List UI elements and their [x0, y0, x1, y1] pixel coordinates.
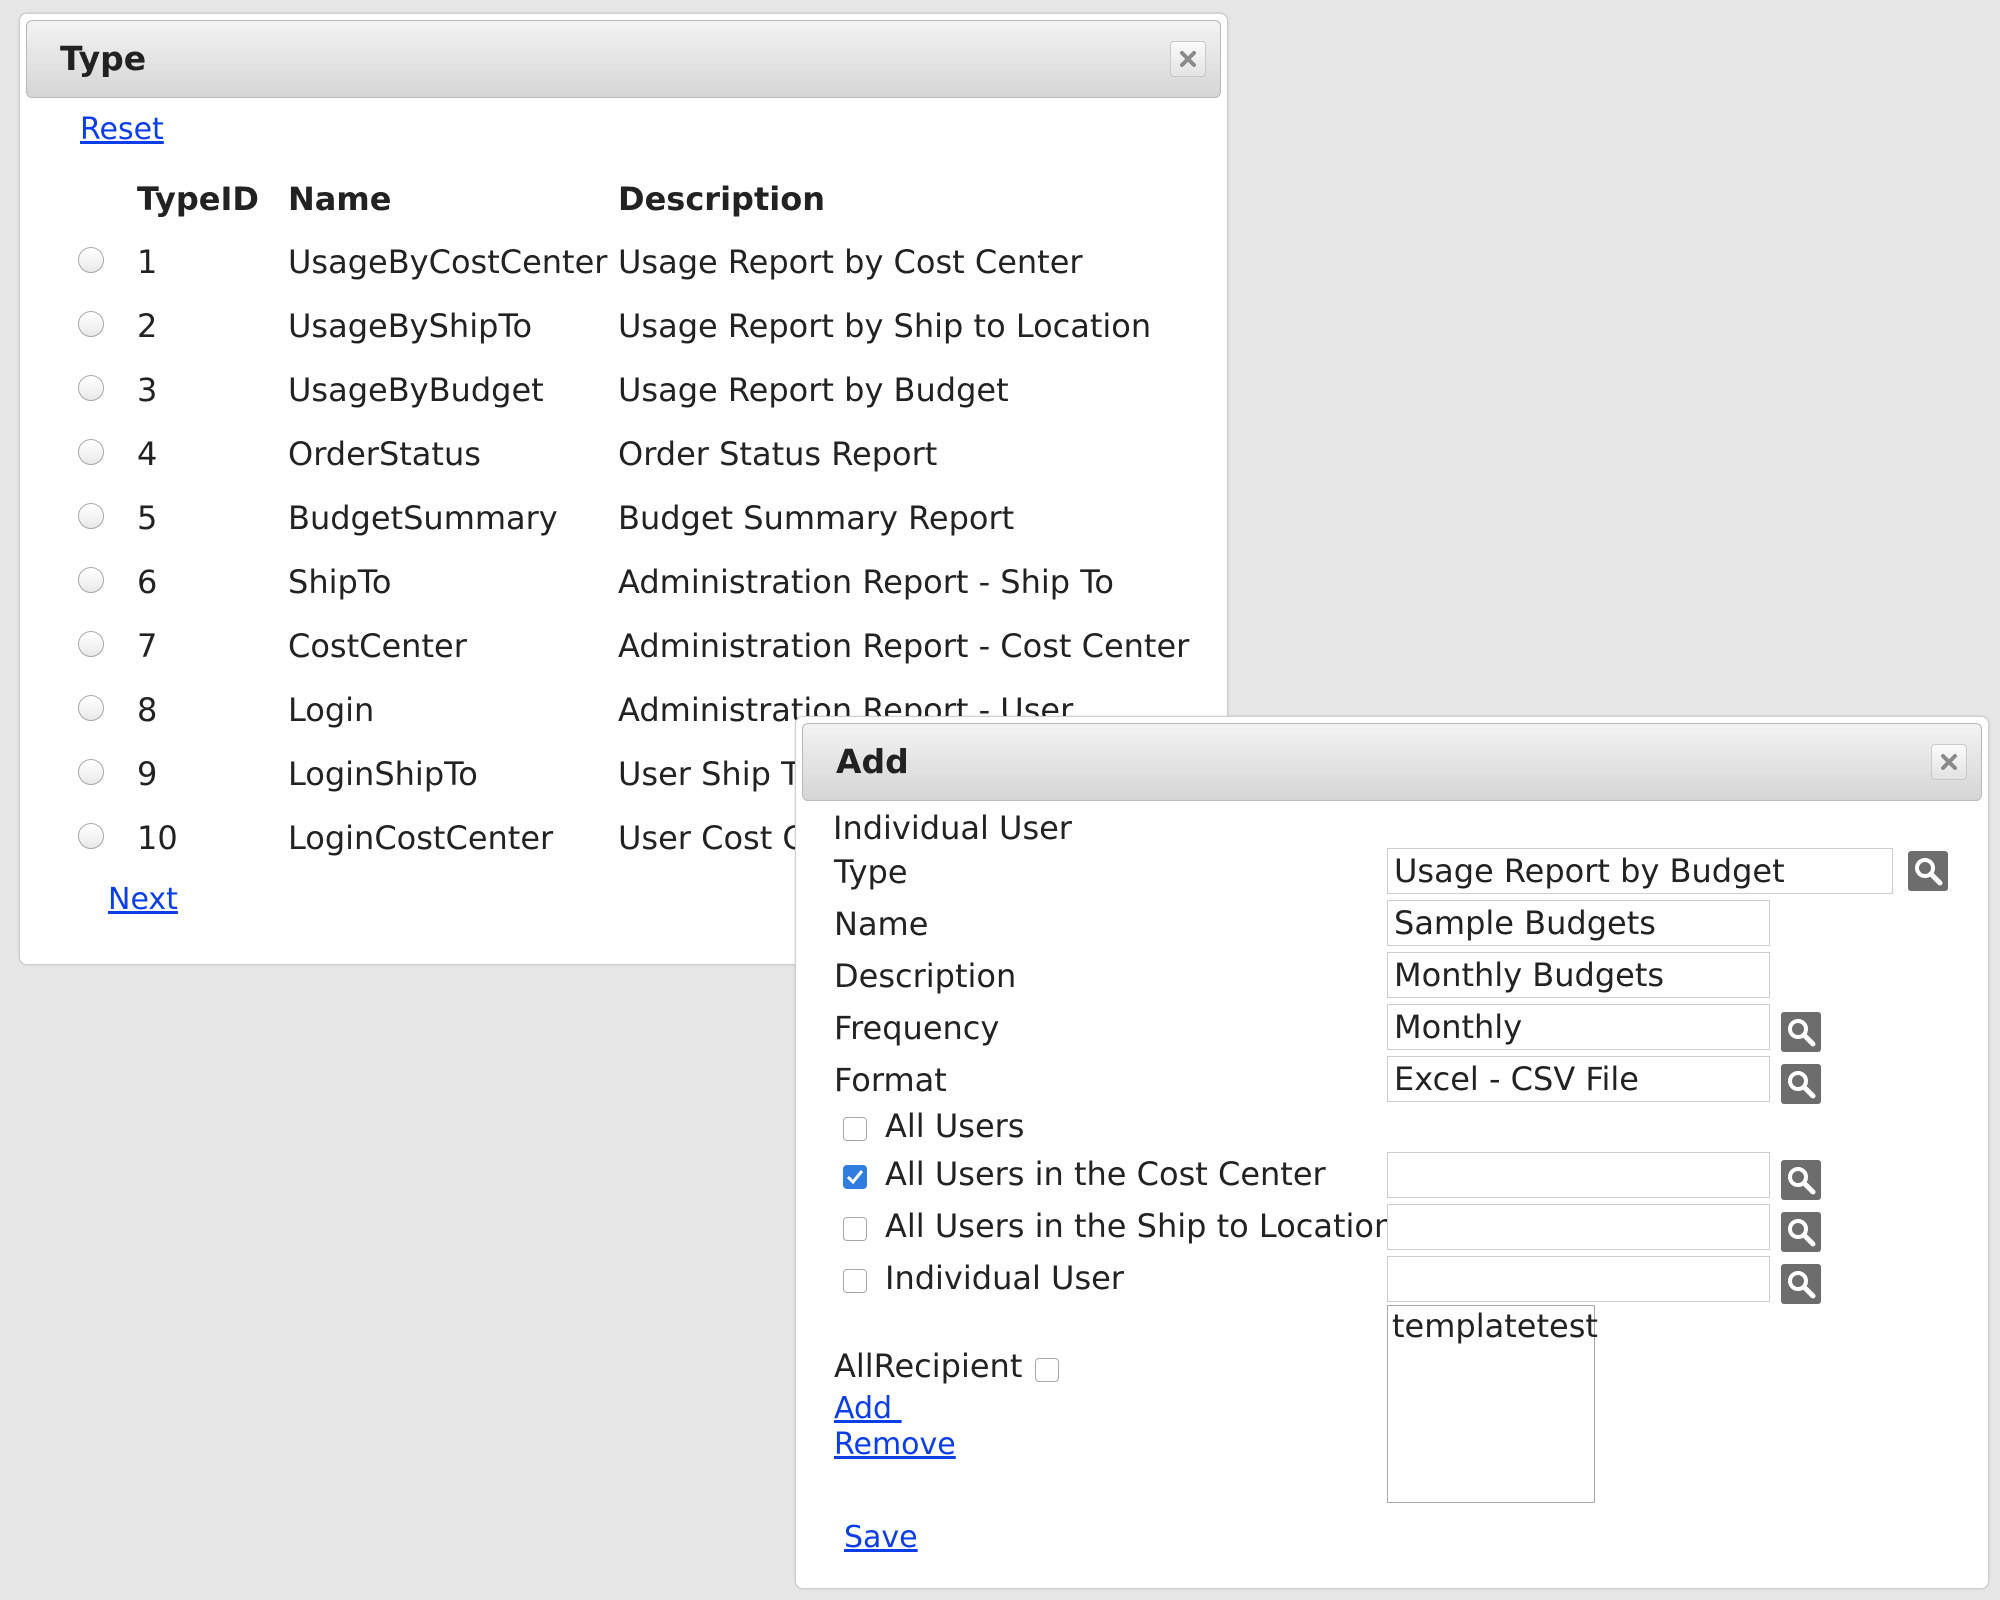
add-recipient-link[interactable]: Add	[834, 1391, 902, 1426]
checkmark-icon	[846, 1170, 864, 1185]
type-radio-10[interactable]	[78, 823, 104, 849]
type-row-name: BudgetSummary	[288, 499, 558, 537]
all-recipient-label: AllRecipient	[834, 1347, 1023, 1385]
type-row-id: 2	[137, 307, 158, 345]
type-radio-8[interactable]	[78, 695, 104, 721]
type-row-name: UsageByCostCenter	[288, 243, 608, 281]
add-dialog: Add Individual User Type Usage Report by…	[795, 716, 1989, 1589]
format-label: Format	[834, 1061, 947, 1099]
close-icon	[1180, 51, 1196, 67]
reset-link[interactable]: Reset	[80, 112, 164, 147]
frequency-field[interactable]: Monthly	[1387, 1004, 1770, 1050]
ship-to-checkbox[interactable]	[843, 1217, 867, 1241]
save-link[interactable]: Save	[844, 1520, 918, 1555]
type-row-description: User Ship T	[618, 755, 801, 793]
recipient-list-item[interactable]: templatetest	[1392, 1306, 1598, 1346]
cost-center-checkbox[interactable]	[843, 1165, 867, 1189]
type-lookup-button[interactable]	[1908, 851, 1948, 891]
type-row-name: ShipTo	[288, 563, 392, 601]
format-lookup-button[interactable]	[1781, 1064, 1821, 1104]
add-dialog-title: Add	[836, 742, 909, 781]
type-row-id: 4	[137, 435, 158, 473]
type-row-id: 10	[137, 819, 178, 857]
type-row-id: 8	[137, 691, 158, 729]
individual-user-checkbox[interactable]	[843, 1269, 867, 1293]
ship-to-lookup-button[interactable]	[1781, 1212, 1821, 1252]
type-row-name: LoginShipTo	[288, 755, 478, 793]
individual-user-label: Individual User	[885, 1259, 1124, 1297]
ship-to-field[interactable]	[1387, 1204, 1770, 1250]
frequency-label: Frequency	[834, 1009, 1000, 1047]
type-row-description: Administration Report - Ship To	[618, 563, 1114, 601]
individual-user-field[interactable]	[1387, 1256, 1770, 1302]
all-recipient-checkbox[interactable]	[1035, 1358, 1059, 1382]
type-radio-4[interactable]	[78, 439, 104, 465]
type-row-description: Budget Summary Report	[618, 499, 1015, 537]
type-row-name: CostCenter	[288, 627, 467, 665]
type-dialog-title: Type	[60, 39, 147, 78]
type-radio-7[interactable]	[78, 631, 104, 657]
next-link[interactable]: Next	[108, 882, 178, 917]
type-row-description: Administration Report - Cost Center	[618, 627, 1190, 665]
close-icon	[1941, 754, 1957, 770]
search-icon	[1788, 1167, 1816, 1195]
type-label: Type	[834, 853, 908, 891]
remove-recipient-link[interactable]: Remove	[834, 1427, 956, 1462]
add-dialog-titlebar[interactable]: Add	[802, 723, 1982, 801]
type-row-name: Login	[288, 691, 375, 729]
column-header-typeid: TypeID	[137, 180, 259, 218]
column-header-description: Description	[618, 180, 825, 218]
column-header-name: Name	[288, 180, 392, 218]
type-row-description: Usage Report by Budget	[618, 371, 1009, 409]
type-radio-5[interactable]	[78, 503, 104, 529]
type-radio-2[interactable]	[78, 311, 104, 337]
type-row-id: 3	[137, 371, 158, 409]
cost-center-lookup-button[interactable]	[1781, 1160, 1821, 1200]
type-row-id: 6	[137, 563, 158, 601]
name-field[interactable]: Sample Budgets	[1387, 900, 1770, 946]
type-radio-1[interactable]	[78, 247, 104, 273]
search-icon	[1788, 1271, 1816, 1299]
type-row-id: 5	[137, 499, 158, 537]
add-dialog-close-button[interactable]	[1931, 744, 1967, 780]
type-radio-6[interactable]	[78, 567, 104, 593]
type-row-name: LoginCostCenter	[288, 819, 554, 857]
ship-to-label: All Users in the Ship to Location	[885, 1207, 1395, 1245]
type-row-description: Usage Report by Ship to Location	[618, 307, 1152, 345]
type-row-description: User Cost C	[618, 819, 805, 857]
description-label: Description	[834, 957, 1017, 995]
type-dialog-titlebar[interactable]: Type	[26, 20, 1221, 98]
search-icon	[1788, 1019, 1816, 1047]
type-radio-3[interactable]	[78, 375, 104, 401]
all-users-label: All Users	[885, 1107, 1025, 1145]
search-icon	[1788, 1219, 1816, 1247]
search-icon	[1788, 1071, 1816, 1099]
name-label: Name	[834, 905, 929, 943]
cost-center-label: All Users in the Cost Center	[885, 1155, 1326, 1193]
type-row-description: Order Status Report	[618, 435, 938, 473]
all-users-checkbox[interactable]	[843, 1117, 867, 1141]
type-row-id: 1	[137, 243, 158, 281]
format-field[interactable]: Excel - CSV File	[1387, 1056, 1770, 1102]
frequency-lookup-button[interactable]	[1781, 1012, 1821, 1052]
search-icon	[1915, 858, 1943, 886]
type-field[interactable]: Usage Report by Budget	[1387, 848, 1893, 894]
add-dialog-heading: Individual User	[833, 809, 1072, 847]
type-dialog-close-button[interactable]	[1170, 41, 1206, 77]
recipient-listbox[interactable]: templatetest	[1387, 1305, 1598, 1503]
type-row-name: OrderStatus	[288, 435, 481, 473]
type-radio-9[interactable]	[78, 759, 104, 785]
cost-center-field[interactable]	[1387, 1152, 1770, 1198]
description-field[interactable]: Monthly Budgets	[1387, 952, 1770, 998]
type-row-name: UsageByShipTo	[288, 307, 533, 345]
individual-user-lookup-button[interactable]	[1781, 1264, 1821, 1304]
type-row-id: 9	[137, 755, 158, 793]
type-row-id: 7	[137, 627, 158, 665]
type-row-name: UsageByBudget	[288, 371, 544, 409]
type-row-description: Usage Report by Cost Center	[618, 243, 1083, 281]
